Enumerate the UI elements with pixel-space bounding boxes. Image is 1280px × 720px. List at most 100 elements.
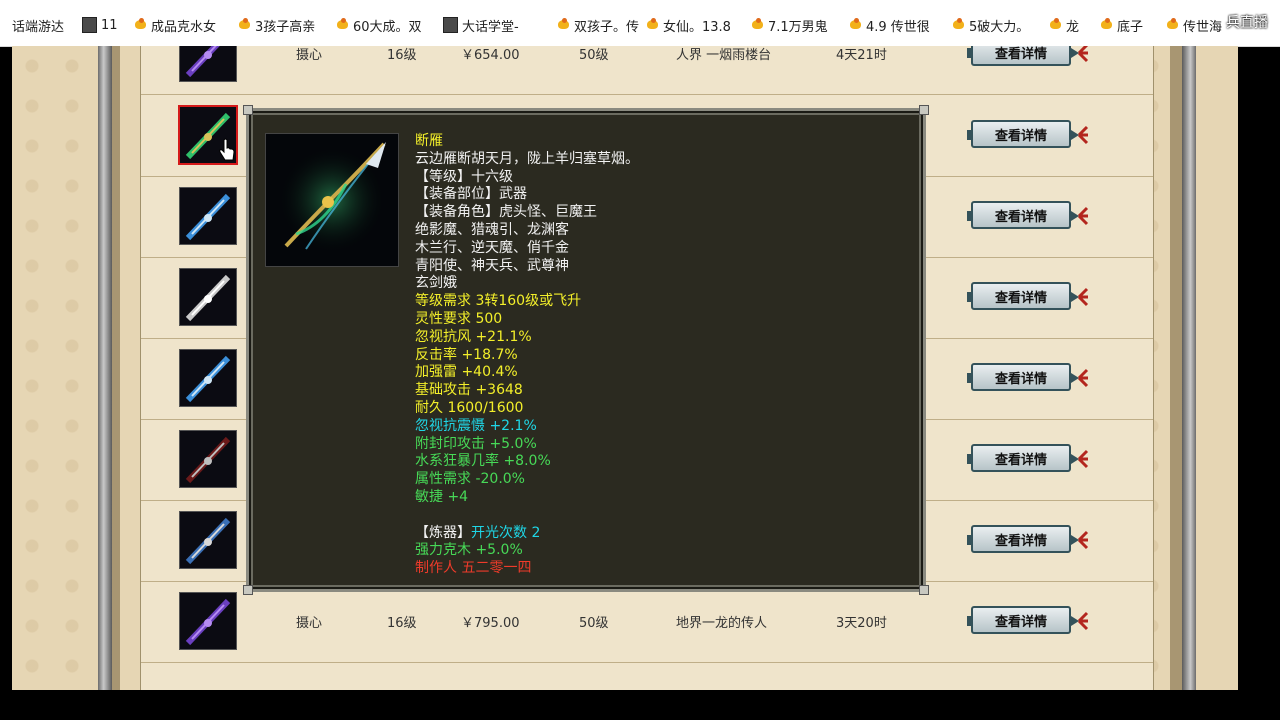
- bookmark-label: 60大成。双: [353, 19, 422, 35]
- tooltip-line: 忽视抗震慑 +2.1%: [415, 418, 895, 436]
- bookmark-label: 双孩子。传: [574, 19, 640, 35]
- tooltip-line-text: 玄剑娥: [415, 275, 457, 292]
- item-thumbnail[interactable]: [179, 592, 237, 650]
- bookmark-label: 大话学堂-: [462, 19, 519, 35]
- details-button-group: 查看详情: [967, 444, 1091, 474]
- details-button-group: 查看详情: [967, 201, 1091, 231]
- item-thumbnail[interactable]: [179, 187, 237, 245]
- tooltip-corner: [243, 105, 253, 115]
- tooltip-line-text: 忽视抗风 +21.1%: [415, 328, 532, 345]
- tooltip-line: 玄剑娥: [415, 275, 895, 293]
- tooltip-line: 基础攻击 +3648: [415, 382, 895, 400]
- table-row: 摄心 16级 ￥654.00 50级 人界 一烟雨楼台 4天21时 查看详情: [141, 46, 1153, 95]
- tooltip-line-text: [415, 507, 419, 523]
- tooltip-line-suffix: 开光次数 2: [471, 524, 541, 541]
- bookmark-item[interactable]: 4.9 传世很: [849, 16, 930, 35]
- tooltip-line: 绝影魔、猎魂引、龙渊客: [415, 222, 895, 240]
- tooltip-line-text: 【装备部位】武器: [415, 186, 527, 203]
- tassel-icon: [1071, 46, 1089, 63]
- right-frame-background: [1196, 46, 1238, 690]
- tooltip-line: 加强雷 +40.4%: [415, 364, 895, 382]
- star-icon: [336, 18, 350, 32]
- tooltip-line-text: 反击率 +18.7%: [415, 346, 518, 363]
- tooltip-line-text: 【等级】十六级: [415, 168, 513, 185]
- star-icon: [849, 18, 863, 32]
- tooltip-line-text: 属性需求 -20.0%: [415, 471, 525, 488]
- cell-req: 50级: [579, 48, 609, 63]
- view-details-button[interactable]: 查看详情: [967, 444, 1071, 472]
- bookmark-item[interactable]: 7.1万男鬼: [751, 16, 828, 35]
- right-frame-border: [1170, 46, 1182, 690]
- tooltip-line: 属性需求 -20.0%: [415, 471, 895, 489]
- bookmark-item[interactable]: 底子: [1100, 16, 1144, 35]
- cell-time: 4天21时: [836, 48, 887, 63]
- star-icon: [1166, 18, 1180, 32]
- view-details-button[interactable]: 查看详情: [967, 201, 1071, 229]
- view-details-button[interactable]: 查看详情: [967, 363, 1071, 391]
- tooltip-line-text: 敏捷 +4: [415, 488, 469, 505]
- bookmark-item[interactable]: 成品克水女: [134, 16, 217, 35]
- tooltip-line: 反击率 +18.7%: [415, 347, 895, 365]
- tooltip-line-text: 云边雁断胡天月，陇上羊归塞草烟。: [415, 150, 639, 167]
- item-thumbnail[interactable]: [179, 349, 237, 407]
- bookmark-label: 成品克水女: [151, 19, 217, 35]
- item-thumbnail[interactable]: [179, 511, 237, 569]
- left-frame-border: [112, 46, 120, 690]
- bookmark-label: 5破大力。: [969, 19, 1030, 35]
- star-icon: [557, 18, 571, 32]
- tooltip-line: 【装备部位】武器: [415, 186, 895, 204]
- bookmark-item[interactable]: 60大成。双: [336, 16, 422, 35]
- cell-price: ￥654.00: [461, 48, 520, 63]
- cell-price: ￥795.00: [461, 616, 520, 631]
- tassel-icon: [1071, 530, 1089, 550]
- details-button-group: 查看详情: [967, 46, 1091, 68]
- tooltip-corner: [919, 105, 929, 115]
- bookmark-item[interactable]: 11: [82, 16, 118, 34]
- hand-cursor-icon: [219, 138, 235, 161]
- star-icon: [952, 18, 966, 32]
- tooltip-line: 灵性要求 500: [415, 311, 895, 329]
- view-details-button[interactable]: 查看详情: [967, 525, 1071, 553]
- bookmark-label: 话端游达: [12, 19, 65, 35]
- view-details-button[interactable]: 查看详情: [967, 46, 1071, 66]
- bookmark-item[interactable]: 女仙。13.8: [646, 16, 731, 35]
- tooltip-text: 断雁 云边雁断胡天月，陇上羊归塞草烟。 【等级】十六级 【装备部位】武器 【装备角色】虎…: [415, 133, 895, 578]
- item-thumbnail[interactable]: [179, 46, 237, 82]
- page-icon: [82, 17, 97, 33]
- tooltip-line: 敏捷 +4: [415, 489, 895, 507]
- tassel-icon: [1071, 206, 1089, 226]
- tooltip-line-text: 强力克木 +5.0%: [415, 542, 523, 559]
- live-stream-overlay: 兵直播: [1226, 15, 1268, 31]
- bookmark-item[interactable]: 大话学堂-: [443, 16, 519, 35]
- weapon-image: [265, 133, 399, 267]
- bookmark-item[interactable]: 3孩子高亲: [238, 16, 315, 35]
- tooltip-corner: [919, 585, 929, 595]
- tooltip-line: 忽视抗风 +21.1%: [415, 329, 895, 347]
- item-thumbnail[interactable]: [179, 430, 237, 488]
- details-button-group: 查看详情: [967, 525, 1091, 555]
- tooltip-line-text: 忽视抗震慑 +2.1%: [415, 417, 537, 434]
- view-details-button[interactable]: 查看详情: [967, 282, 1071, 310]
- cell-req: 50级: [579, 616, 609, 631]
- cell-seller: 地界一龙的传人: [676, 616, 768, 631]
- cell-name: 摄心: [296, 616, 323, 631]
- bookmark-item[interactable]: 5破大力。: [952, 16, 1030, 35]
- bookmark-item[interactable]: 话端游达: [12, 16, 65, 35]
- tooltip-line: 木兰行、逆天魔、俏千金: [415, 240, 895, 258]
- tooltip-line-text: 附封印攻击 +5.0%: [415, 435, 537, 452]
- bookmark-item[interactable]: 双孩子。传: [557, 16, 640, 35]
- bookmark-label: 底子: [1117, 19, 1144, 35]
- bookmark-item[interactable]: 传世海: [1166, 16, 1222, 35]
- table-row: 摄心 16级 ￥795.00 50级 地界一龙的传人 3天20时 查看详情: [141, 582, 1153, 663]
- tooltip-line-text: 制作人 五二零一四: [415, 560, 532, 577]
- tassel-icon: [1071, 287, 1089, 307]
- view-details-button[interactable]: 查看详情: [967, 120, 1071, 148]
- tooltip-line: [415, 507, 895, 525]
- details-button-group: 查看详情: [967, 363, 1091, 393]
- tooltip-line-text: 绝影魔、猎魂引、龙渊客: [415, 221, 569, 238]
- view-details-button[interactable]: 查看详情: [967, 606, 1071, 634]
- item-thumbnail[interactable]: [179, 268, 237, 326]
- star-icon: [1100, 18, 1114, 32]
- cell-time: 3天20时: [836, 616, 887, 631]
- bookmark-item[interactable]: 龙: [1049, 16, 1079, 35]
